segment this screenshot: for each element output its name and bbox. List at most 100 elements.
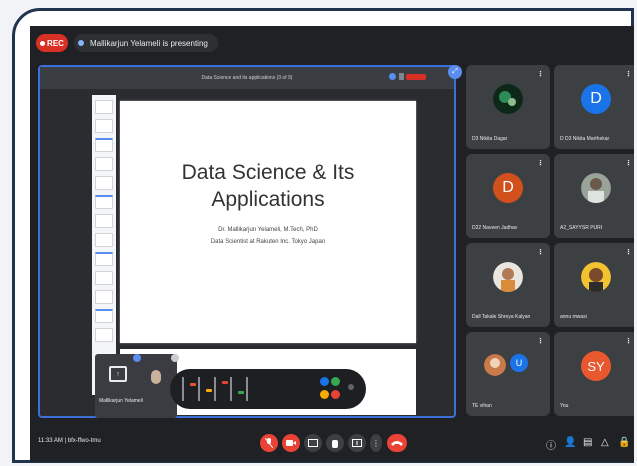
tile-menu-icon[interactable]: ⋮ — [537, 248, 544, 256]
participant-photo-image — [581, 173, 611, 203]
recording-bar: REC Mallikarjun Yelameli is presenting — [30, 26, 634, 62]
pen-swatch[interactable] — [190, 383, 196, 386]
palette-slider[interactable] — [230, 377, 232, 401]
slide-role: Data Scientist at Rakuten Inc. Tokyo Jap… — [210, 239, 326, 245]
presenting-status-text: Mallikarjun Yelameli is presenting — [90, 38, 208, 48]
slide-thumbnail[interactable] — [95, 309, 113, 323]
pen-swatch[interactable] — [222, 381, 228, 384]
slide-thumbnail[interactable] — [95, 214, 113, 228]
slide-thumbnail[interactable] — [95, 252, 113, 266]
participant-tile[interactable]: ⋮ D D22 Naveen Jadhav — [466, 154, 550, 238]
slide-thumbnail[interactable] — [95, 233, 113, 247]
palette-slider[interactable] — [246, 377, 248, 401]
participant-name: D D3 Nikita Marthekar — [560, 136, 610, 142]
tile-menu-icon[interactable]: ⋮ — [537, 337, 544, 345]
slide-thumbnail[interactable] — [95, 119, 113, 133]
activities-icon[interactable]: △ — [601, 437, 609, 448]
slide-thumbnail[interactable] — [95, 290, 113, 304]
participant-name: You — [560, 403, 569, 409]
slide-thumbnail[interactable] — [95, 157, 113, 171]
more-options-icon[interactable] — [399, 73, 404, 80]
tile-menu-icon[interactable]: ⋮ — [625, 337, 632, 345]
participant-tile[interactable]: ⋮ A2_SAYYSR PURI — [554, 154, 634, 238]
presenter-label: Mallikarjun Yelameli — [99, 398, 143, 404]
participant-avatar: D — [581, 84, 611, 114]
tile-menu-icon[interactable]: ⋮ — [625, 70, 632, 78]
palette-slider[interactable] — [198, 377, 200, 401]
participant-photo-image — [493, 84, 523, 114]
self-avatar: SY — [581, 351, 611, 381]
tile-menu-icon[interactable]: ⋮ — [537, 70, 544, 78]
presentation-topbar: Data Science and its applications (3 of … — [40, 67, 454, 89]
participant-photo — [493, 84, 523, 114]
raise-hand-button[interactable] — [326, 434, 344, 452]
presentation-panel[interactable]: Data Science and its applications (3 of … — [38, 65, 462, 446]
chat-icon[interactable]: ▤ — [583, 437, 592, 448]
info-icon[interactable]: ⓘ — [546, 437, 556, 452]
participant-tile[interactable]: ⋮ D D D3 Nikita Marthekar — [554, 65, 634, 149]
slide-thumbnail[interactable] — [95, 100, 113, 114]
meeting-time-and-code: 11:33 AM | bfx-ffwo-tmu — [38, 438, 101, 444]
presenting-indicator-icon — [78, 40, 84, 46]
people-icon[interactable]: 👤 — [564, 437, 576, 448]
more-icon[interactable] — [171, 354, 179, 362]
participant-name: A2_SAYYSR PURI — [560, 225, 603, 231]
slide-thumbnail[interactable] — [95, 271, 113, 285]
presenting-status: Mallikarjun Yelameli is presenting — [74, 34, 218, 52]
participant-name: D22 Naveen Jadhav — [472, 225, 518, 231]
slide-thumbnail[interactable] — [95, 328, 113, 342]
participant-name: annu mwasi — [560, 314, 587, 320]
color-red[interactable] — [331, 390, 340, 399]
palette-slider[interactable] — [214, 377, 216, 401]
recording-badge[interactable]: REC — [36, 34, 68, 52]
pin-icon[interactable] — [133, 354, 141, 362]
presenter-avatar — [151, 370, 161, 384]
leave-call-button[interactable] — [387, 434, 407, 452]
captions-button[interactable] — [304, 434, 322, 452]
participant-tile[interactable]: ⋮ U TE vihan — [466, 332, 550, 416]
participant-photo-image — [484, 354, 506, 376]
tile-menu-icon[interactable]: ⋮ — [625, 159, 632, 167]
slide-thumbnail[interactable] — [95, 176, 113, 190]
pen-swatch[interactable] — [206, 389, 212, 392]
palette-slider[interactable] — [182, 377, 184, 401]
color-blue[interactable] — [320, 377, 329, 386]
color-yellow[interactable] — [320, 390, 329, 399]
camera-off-icon — [286, 440, 296, 446]
participant-tile[interactable]: ⋮ D3 Nikita Dagar — [466, 65, 550, 149]
slide-thumbnail[interactable] — [95, 138, 113, 152]
slide-thumbnails[interactable] — [92, 95, 116, 395]
hand-icon — [332, 440, 338, 448]
mic-off-button[interactable] — [260, 434, 278, 452]
participant-tile[interactable]: ⋮ Dall Takale Shreya Kalyan — [466, 243, 550, 327]
host-controls-icon[interactable]: 🔒 — [618, 437, 630, 448]
expand-icon[interactable]: ⤢ — [448, 65, 462, 79]
participant-avatar: D — [493, 173, 523, 203]
more-options-button[interactable]: ⋮ — [370, 434, 382, 452]
current-slide: Data Science & Its Applications Dr. Mall… — [120, 101, 416, 343]
participant-tile-self[interactable]: ⋮ SY You — [554, 332, 634, 416]
present-button[interactable] — [348, 434, 366, 452]
tile-menu-icon[interactable]: ⋮ — [625, 248, 632, 256]
camera-off-button[interactable] — [282, 434, 300, 452]
share-icon[interactable] — [389, 73, 396, 80]
participant-tile[interactable]: ⋮ annu mwasi — [554, 243, 634, 327]
pen-swatch[interactable] — [238, 391, 244, 394]
slide-thumbnail[interactable] — [95, 195, 113, 209]
annotation-palette[interactable] — [170, 369, 366, 409]
tile-menu-icon[interactable]: ⋮ — [537, 159, 544, 167]
present-screen-icon[interactable]: ↑ — [109, 366, 127, 382]
color-green[interactable] — [331, 377, 340, 386]
slide-title: Data Science & Its Applications — [120, 159, 416, 213]
palette-more-icon[interactable] — [348, 384, 354, 390]
meet-window: REC Mallikarjun Yelameli is presenting D… — [30, 26, 634, 462]
participant-photo-image — [493, 262, 523, 292]
recording-badge-label: REC — [47, 38, 64, 48]
more-vertical-icon: ⋮ — [372, 438, 380, 448]
document-title: Data Science and its applications (3 of … — [201, 75, 293, 81]
presenter-mini-panel[interactable]: ↑ Mallikarjun Yelameli — [95, 354, 179, 418]
slide-author: Dr. Mallikarjun Yelameli, M.Tech, PhD — [218, 227, 318, 233]
slide-title-line1: Data Science & Its — [181, 161, 355, 184]
stop-sharing-button[interactable] — [406, 74, 426, 80]
participant-photo — [581, 262, 611, 292]
